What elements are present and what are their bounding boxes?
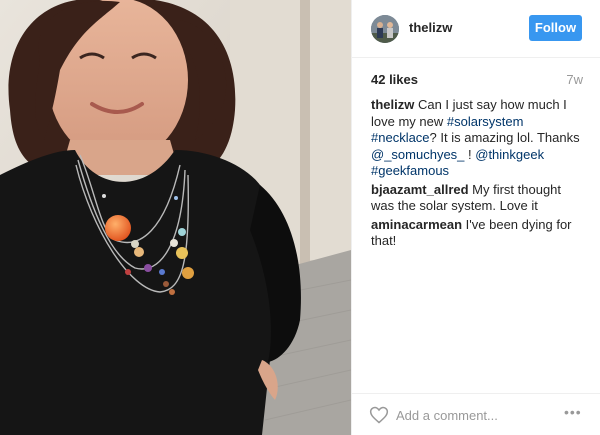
comment-author[interactable]: thelizw bbox=[371, 97, 414, 112]
mention-link[interactable]: @_somuchyes_ bbox=[371, 147, 464, 162]
mention-link[interactable]: @thinkgeek bbox=[475, 147, 544, 162]
post-header: thelizw Follow bbox=[352, 0, 600, 58]
hashtag-link[interactable]: #geekfamous bbox=[371, 163, 449, 178]
comment-text: ! bbox=[464, 146, 476, 162]
post-username[interactable]: thelizw bbox=[409, 20, 452, 35]
add-comment-bar: ••• bbox=[352, 393, 600, 435]
post-details-panel: thelizw Follow 42 likes 7w thelizw Can I… bbox=[351, 0, 600, 435]
hashtag-link[interactable]: #solarsystem bbox=[447, 114, 524, 129]
post-photo[interactable] bbox=[0, 0, 351, 435]
more-options-icon[interactable]: ••• bbox=[564, 404, 582, 420]
heart-icon[interactable] bbox=[369, 405, 389, 425]
comment-author[interactable]: aminacarmean bbox=[371, 217, 462, 232]
comment-item: bjaazamt_allred My first thought was the… bbox=[371, 182, 583, 215]
post-image bbox=[0, 0, 351, 435]
post-stats: 42 likes 7w bbox=[371, 72, 583, 88]
comment-input[interactable] bbox=[396, 406, 546, 424]
comment-item: aminacarmean I've been dying for that! bbox=[371, 217, 583, 250]
comment-author[interactable]: bjaazamt_allred bbox=[371, 182, 469, 197]
post-time: 7w bbox=[566, 72, 583, 87]
comment-text: ? It is amazing lol. Thanks bbox=[429, 130, 580, 145]
comment-item: thelizw Can I just say how much I love m… bbox=[371, 97, 583, 180]
hashtag-link[interactable]: #necklace bbox=[371, 130, 430, 145]
avatar-image bbox=[371, 15, 399, 43]
follow-button[interactable]: Follow bbox=[529, 15, 582, 41]
likes-count[interactable]: 42 likes bbox=[371, 72, 418, 87]
avatar[interactable] bbox=[371, 15, 399, 43]
comment-list: thelizw Can I just say how much I love m… bbox=[371, 97, 583, 252]
